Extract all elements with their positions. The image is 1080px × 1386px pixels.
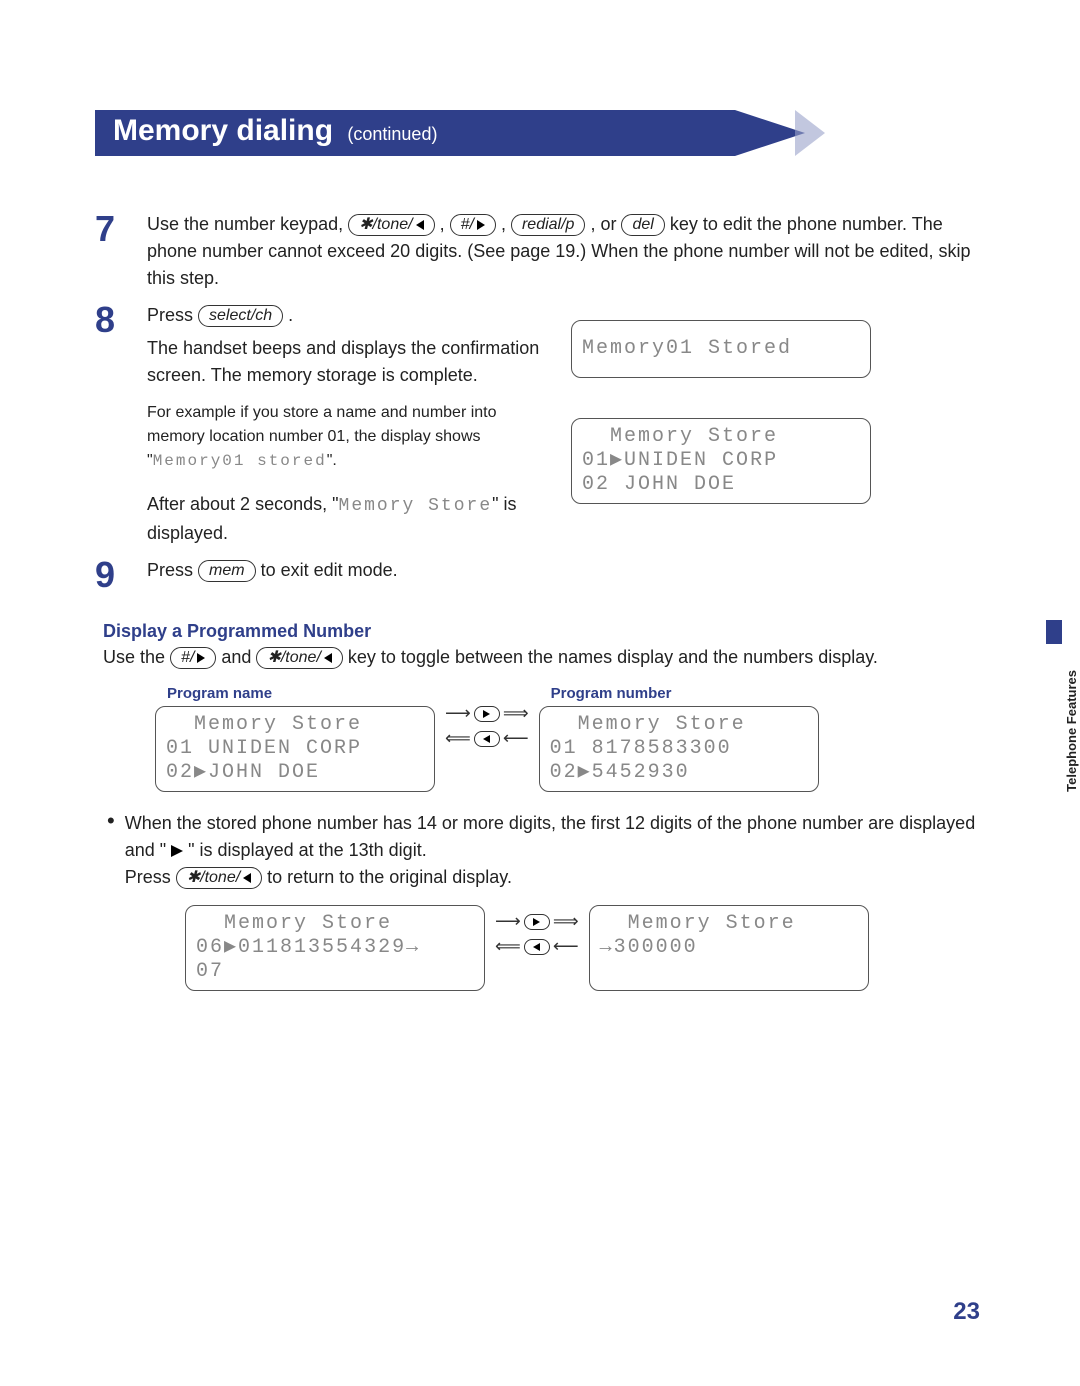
triangle-right-icon bbox=[477, 220, 485, 230]
lcd-screen-names: Memory Store 01 UNIDEN CORP 02▶JOHN DOE bbox=[155, 706, 435, 792]
text: , bbox=[501, 214, 511, 234]
triangle-left-icon bbox=[324, 653, 332, 663]
lcd-screen-long-right: Memory Store →300000 bbox=[589, 905, 869, 991]
bullet-item: • When the stored phone number has 14 or… bbox=[107, 810, 985, 891]
banner-title: Memory dialing (continued) bbox=[113, 114, 437, 148]
lcd-line: Memory Store bbox=[600, 912, 858, 936]
side-tab-label: Telephone Features bbox=[1064, 670, 1079, 792]
triangle-left-icon bbox=[243, 873, 251, 883]
lcd-line: Memory Store bbox=[166, 713, 424, 737]
lcd-line bbox=[600, 960, 858, 984]
triangle-right-icon bbox=[197, 653, 205, 663]
text: Press bbox=[147, 305, 198, 325]
arrow-right-icon: ⟶⟹ bbox=[445, 703, 529, 724]
lcd-line: Memory Store bbox=[550, 713, 808, 737]
bullet-body: When the stored phone number has 14 or m… bbox=[125, 810, 985, 891]
key-star-tone: ✱/tone/ bbox=[176, 867, 262, 889]
text: After about 2 seconds, " bbox=[147, 494, 339, 514]
text: Use the bbox=[103, 647, 170, 667]
text: to return to the original display. bbox=[267, 867, 512, 887]
lcd-line: 07 bbox=[196, 960, 474, 984]
banner-tail2 bbox=[795, 110, 825, 156]
step-body: Use the number keypad, ✱/tone/ , #/ , re… bbox=[147, 211, 985, 292]
key-redial: redial/p bbox=[511, 214, 585, 236]
banner-title-text: Memory dialing bbox=[113, 114, 333, 147]
lcd-line: 01▶UNIDEN CORP bbox=[582, 449, 860, 473]
text: , bbox=[440, 214, 450, 234]
lcd-line: 02▶JOHN DOE bbox=[166, 761, 424, 785]
name-number-row: Program name Memory Store 01 UNIDEN CORP… bbox=[155, 685, 985, 792]
lcd-screen-stored: Memory01 Stored bbox=[571, 320, 871, 378]
arrow-right-icon: ⟶⟹ bbox=[495, 911, 579, 932]
key-select-ch: select/ch bbox=[198, 305, 283, 327]
text: Press bbox=[125, 867, 176, 887]
lcd-line: 02▶5452930 bbox=[550, 761, 808, 785]
step-number: 7 bbox=[95, 211, 129, 292]
lcd-line: 06▶011813554329→ bbox=[196, 936, 474, 960]
side-tab: Telephone Features bbox=[1046, 630, 1062, 830]
step-number: 8 bbox=[95, 302, 129, 547]
step-body: Press select/ch . The handset beeps and … bbox=[147, 302, 985, 547]
text: , or bbox=[590, 214, 621, 234]
section-banner: Memory dialing (continued) bbox=[95, 100, 985, 156]
text: " is displayed at the 13th digit. bbox=[188, 840, 427, 860]
triangle-left-icon bbox=[416, 220, 424, 230]
lcd-line: Memory01 Stored bbox=[582, 337, 860, 361]
toggle-arrows: ⟶⟹ ⟸⟵ bbox=[495, 905, 579, 957]
lcd-line: →300000 bbox=[600, 936, 858, 960]
banner-subtitle: (continued) bbox=[347, 124, 437, 144]
subheading: Display a Programmed Number bbox=[103, 621, 985, 642]
label-program-name: Program name bbox=[167, 685, 435, 702]
text: Press bbox=[147, 560, 198, 580]
step-number: 9 bbox=[95, 557, 129, 593]
key-del: del bbox=[621, 214, 664, 236]
lcd-text: Memory01 stored bbox=[153, 452, 327, 470]
text: Use the number keypad, bbox=[147, 214, 348, 234]
bullet-dot-icon: • bbox=[107, 810, 115, 891]
lcd-screen-long-left: Memory Store 06▶011813554329→ 07 bbox=[185, 905, 485, 991]
program-name-col: Program name Memory Store 01 UNIDEN CORP… bbox=[155, 685, 435, 792]
program-number-col: Program number Memory Store 01 817858330… bbox=[539, 685, 819, 792]
text: key to toggle between the names display … bbox=[348, 647, 878, 667]
text: The handset beeps and displays the confi… bbox=[147, 335, 557, 389]
side-tab-bar bbox=[1046, 620, 1062, 644]
arrow-left-icon: ⟸⟵ bbox=[495, 936, 579, 957]
step-body: Press mem to exit edit mode. bbox=[147, 557, 985, 593]
lcd-line: 01 8178583300 bbox=[550, 737, 808, 761]
lcd-line: 02 JOHN DOE bbox=[582, 473, 860, 497]
text: . bbox=[288, 305, 293, 325]
lcd-line: 01 UNIDEN CORP bbox=[166, 737, 424, 761]
text: and bbox=[221, 647, 256, 667]
step-9: 9 Press mem to exit edit mode. bbox=[95, 557, 985, 593]
arrow-left-icon: ⟸⟵ bbox=[445, 728, 529, 749]
arrow-right-icon bbox=[171, 845, 183, 857]
lcd-line: Memory Store bbox=[582, 425, 860, 449]
key-hash: #/ bbox=[450, 214, 496, 236]
key-star-tone: ✱/tone/ bbox=[348, 214, 434, 236]
step-8: 8 Press select/ch . The handset beeps an… bbox=[95, 302, 985, 547]
page: Memory dialing (continued) 7 Use the num… bbox=[0, 0, 1080, 1386]
content: 7 Use the number keypad, ✱/tone/ , #/ , … bbox=[95, 156, 985, 991]
step-7: 7 Use the number keypad, ✱/tone/ , #/ , … bbox=[95, 211, 985, 292]
key-hash: #/ bbox=[170, 647, 216, 669]
text: ". bbox=[327, 452, 337, 469]
text: to exit edit mode. bbox=[261, 560, 398, 580]
lcd-screen-memory-store: Memory Store 01▶UNIDEN CORP 02 JOHN DOE bbox=[571, 418, 871, 504]
toggle-arrows: ⟶⟹ ⟸⟵ bbox=[445, 685, 529, 749]
key-mem: mem bbox=[198, 560, 256, 582]
lcd-screen-numbers: Memory Store 01 8178583300 02▶5452930 bbox=[539, 706, 819, 792]
label-program-number: Program number bbox=[551, 685, 819, 702]
lcd-line: Memory Store bbox=[196, 912, 474, 936]
key-star-tone: ✱/tone/ bbox=[256, 647, 342, 669]
lcd-text: Memory Store bbox=[339, 496, 493, 516]
long-number-row: Memory Store 06▶011813554329→ 07 ⟶⟹ ⟸⟵ M… bbox=[185, 905, 985, 991]
page-number: 23 bbox=[953, 1298, 980, 1326]
paragraph: Use the #/ and ✱/tone/ key to toggle bet… bbox=[103, 644, 985, 671]
